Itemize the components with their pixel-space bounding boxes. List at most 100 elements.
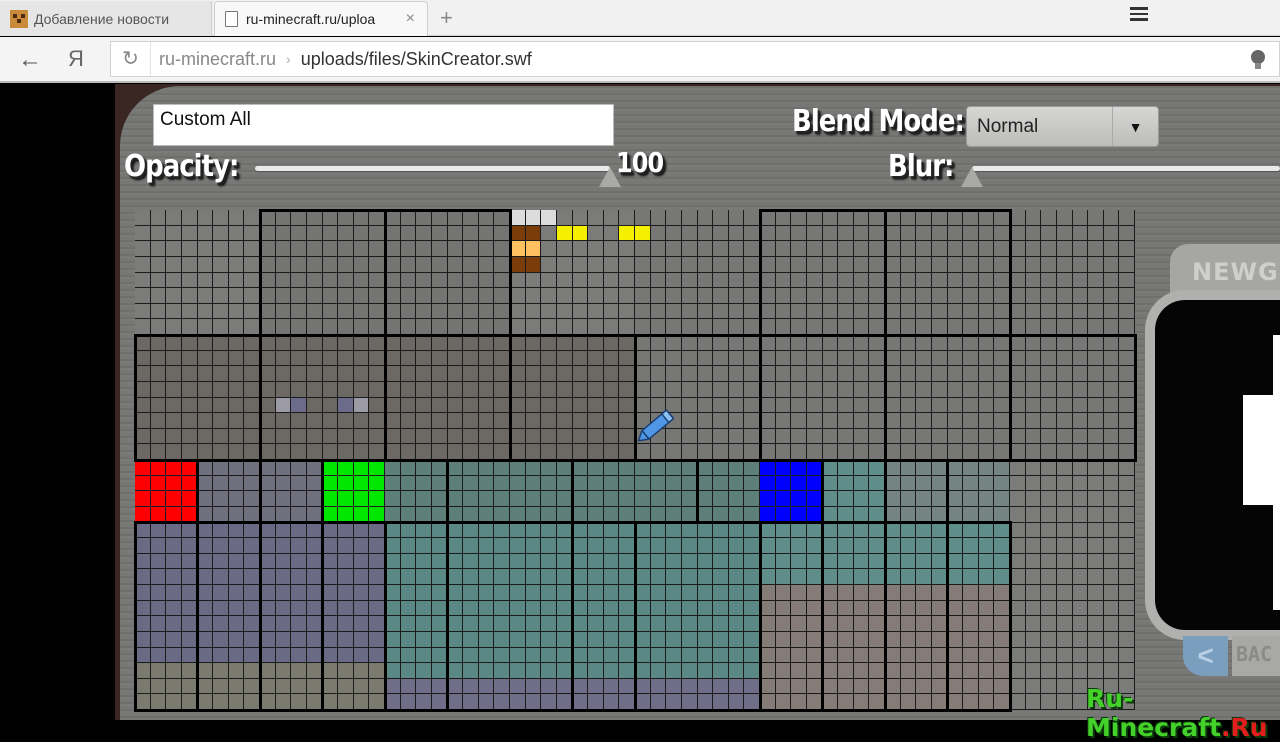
skin-pixel[interactable]: [494, 288, 510, 304]
skin-pixel[interactable]: [385, 538, 401, 554]
skin-pixel[interactable]: [650, 631, 667, 648]
skin-pixel[interactable]: [150, 663, 167, 679]
skin-pixel[interactable]: [510, 350, 526, 367]
skin-pixel[interactable]: [900, 694, 917, 710]
skin-pixel[interactable]: [838, 616, 854, 632]
skin-pixel[interactable]: [697, 585, 714, 601]
skin-pixel[interactable]: [728, 350, 745, 367]
skin-pixel[interactable]: [869, 631, 885, 648]
skin-pixel[interactable]: [197, 631, 214, 648]
skin-pixel[interactable]: [416, 616, 432, 632]
skin-pixel[interactable]: [681, 678, 698, 695]
skin-pixel[interactable]: [900, 663, 917, 679]
skin-pixel[interactable]: [853, 553, 870, 570]
skin-pixel[interactable]: [244, 319, 260, 335]
skin-pixel[interactable]: [1119, 631, 1135, 648]
skin-pixel[interactable]: [385, 553, 401, 570]
skin-pixel[interactable]: [1025, 272, 1042, 289]
skin-pixel[interactable]: [713, 631, 729, 648]
skin-pixel[interactable]: [744, 631, 760, 648]
skin-pixel[interactable]: [806, 522, 823, 539]
skin-pixel[interactable]: [697, 616, 714, 632]
skin-pixel[interactable]: [463, 444, 479, 460]
skin-pixel[interactable]: [275, 397, 292, 414]
skin-pixel[interactable]: [853, 475, 870, 492]
skin-pixel[interactable]: [275, 678, 292, 695]
skin-pixel[interactable]: [306, 413, 323, 429]
skin-pixel[interactable]: [1041, 397, 1057, 414]
skin-pixel[interactable]: [510, 397, 526, 414]
skin-pixel[interactable]: [963, 225, 979, 242]
skin-pixel[interactable]: [385, 303, 401, 320]
skin-pixel[interactable]: [353, 694, 370, 710]
skin-pixel[interactable]: [213, 366, 229, 382]
skin-pixel[interactable]: [1103, 272, 1120, 289]
skin-pixel[interactable]: [963, 428, 979, 445]
skin-pixel[interactable]: [994, 585, 1010, 601]
skin-pixel[interactable]: [181, 616, 198, 632]
skin-pixel[interactable]: [166, 428, 182, 445]
skin-pixel[interactable]: [431, 506, 448, 523]
skin-pixel[interactable]: [1056, 288, 1073, 304]
skin-pixel[interactable]: [1056, 678, 1073, 695]
skin-pixel[interactable]: [447, 366, 464, 382]
skin-pixel[interactable]: [291, 491, 307, 507]
skin-pixel[interactable]: [728, 553, 745, 570]
skin-pixel[interactable]: [1041, 460, 1057, 476]
skin-pixel[interactable]: [791, 506, 807, 523]
skin-pixel[interactable]: [619, 460, 635, 476]
skin-pixel[interactable]: [135, 522, 151, 539]
skin-pixel[interactable]: [1088, 397, 1104, 414]
skin-pixel[interactable]: [963, 381, 979, 398]
skin-pixel[interactable]: [603, 475, 620, 492]
skin-pixel[interactable]: [588, 413, 604, 429]
skin-pixel[interactable]: [588, 506, 604, 523]
skin-pixel[interactable]: [947, 694, 964, 710]
skin-pixel[interactable]: [791, 694, 807, 710]
skin-pixel[interactable]: [525, 210, 542, 226]
skin-pixel[interactable]: [838, 460, 854, 476]
skin-pixel[interactable]: [916, 428, 932, 445]
skin-pixel[interactable]: [635, 506, 651, 523]
skin-pixel[interactable]: [885, 600, 901, 617]
skin-pixel[interactable]: [275, 303, 292, 320]
skin-pixel[interactable]: [1119, 491, 1135, 507]
skin-pixel[interactable]: [978, 460, 995, 476]
skin-pixel[interactable]: [291, 585, 307, 601]
skin-pixel[interactable]: [1072, 413, 1089, 429]
skin-pixel[interactable]: [416, 210, 432, 226]
skin-pixel[interactable]: [619, 506, 635, 523]
skin-pixel[interactable]: [197, 553, 214, 570]
skin-pixel[interactable]: [416, 475, 432, 492]
skin-pixel[interactable]: [260, 631, 276, 648]
skin-pixel[interactable]: [400, 272, 417, 289]
skin-pixel[interactable]: [806, 397, 823, 414]
skin-pixel[interactable]: [1103, 241, 1120, 257]
skin-pixel[interactable]: [791, 553, 807, 570]
skin-pixel[interactable]: [306, 303, 323, 320]
skin-pixel[interactable]: [760, 335, 776, 351]
skin-pixel[interactable]: [681, 647, 698, 664]
skin-pixel[interactable]: [275, 288, 292, 304]
skin-pixel[interactable]: [416, 600, 432, 617]
skin-pixel[interactable]: [947, 491, 964, 507]
skin-pixel[interactable]: [635, 585, 651, 601]
skin-pixel[interactable]: [853, 381, 870, 398]
skin-pixel[interactable]: [806, 241, 823, 257]
skin-pixel[interactable]: [556, 256, 573, 273]
skin-pixel[interactable]: [556, 413, 573, 429]
skin-pixel[interactable]: [603, 319, 620, 335]
skin-pixel[interactable]: [603, 585, 620, 601]
skin-pixel[interactable]: [228, 303, 245, 320]
skin-pixel[interactable]: [775, 491, 792, 507]
skin-pixel[interactable]: [385, 522, 401, 539]
skin-pixel[interactable]: [728, 335, 745, 351]
skin-pixel[interactable]: [978, 350, 995, 367]
skin-pixel[interactable]: [1010, 553, 1026, 570]
skin-pixel[interactable]: [978, 397, 995, 414]
skin-pixel[interactable]: [931, 335, 948, 351]
skin-pixel[interactable]: [213, 381, 229, 398]
skin-pixel[interactable]: [916, 569, 932, 585]
skin-pixel[interactable]: [260, 350, 276, 367]
skin-pixel[interactable]: [494, 475, 510, 492]
